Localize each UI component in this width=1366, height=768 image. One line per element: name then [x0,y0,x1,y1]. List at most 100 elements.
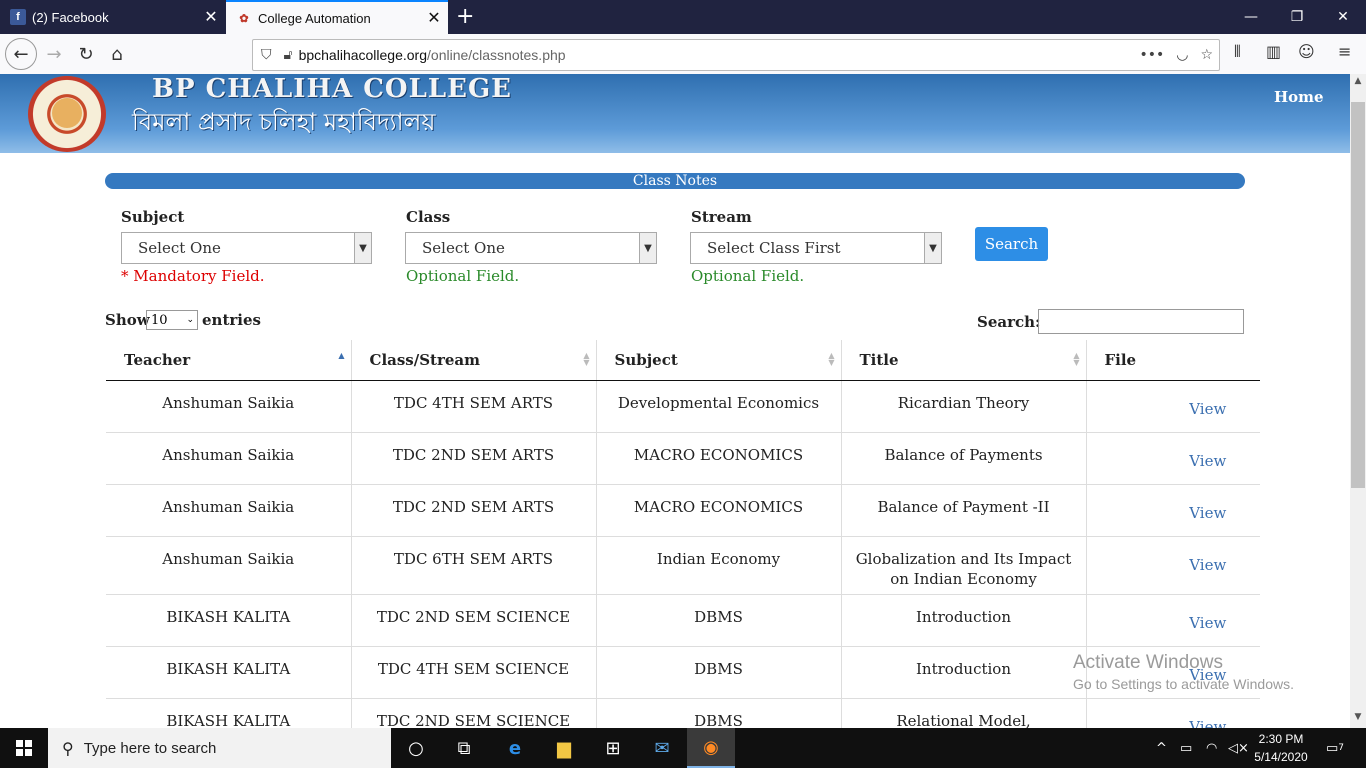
cell-class-stream: TDC 2ND SEM ARTS [351,432,597,485]
address-bar[interactable]: ⛉ 🔓︎ bpchalihacollege.org/online/classno… [252,39,1220,71]
clock-time: 2:30 PM [1258,732,1304,746]
view-file-link[interactable]: View [1189,556,1226,574]
activate-windows-watermark: Activate Windows [1073,652,1223,673]
reload-icon[interactable]: ↻ [72,40,100,68]
view-file-link[interactable]: View [1189,614,1226,632]
firefox-icon[interactable]: ◉ [687,728,735,768]
column-header-class-stream[interactable]: Class/Stream ▲ ▼ [351,340,597,381]
cell-subject: MACRO ECONOMICS [596,432,842,485]
cell-teacher: Anshuman Saikia [106,536,352,595]
column-header-label: Title [859,350,899,369]
entries-select[interactable]: 10 ⌄ [146,310,198,330]
show-label: Show [105,311,150,329]
task-view-icon[interactable]: ⧉ [440,728,488,768]
view-file-link[interactable]: View [1189,452,1226,470]
subject-select[interactable]: Select One ▼ [121,232,372,264]
scrollbar-thumb[interactable] [1351,102,1365,488]
sort-ascending-icon: ▲ [338,351,345,360]
home-link[interactable]: Home [1274,88,1324,106]
new-tab-icon[interactable]: + [456,4,474,29]
battery-icon[interactable]: ▭ [1180,728,1192,768]
scroll-up-icon[interactable]: ▲ [1350,76,1366,90]
stream-select[interactable]: Select Class First ▼ [690,232,942,264]
table-row: Anshuman Saikia TDC 2ND SEM ARTS MACRO ECO… [106,484,1260,537]
cell-class-stream: TDC 4TH SEM ARTS [351,380,597,433]
view-file-link[interactable]: View [1189,504,1226,522]
library-icon[interactable]: ⫴ [1234,42,1241,62]
cell-subject: DBMS [596,594,842,647]
column-header-title[interactable]: Title ▲ ▼ [841,340,1087,381]
cell-subject: DBMS [596,646,842,699]
cell-title: Balance of Payment -II [841,484,1087,537]
back-icon[interactable]: ← [5,38,37,70]
taskbar-clock[interactable]: 2:30 PM 5/14/2020 [1244,730,1318,766]
notifications-icon[interactable]: ▭ 7 [1326,728,1344,768]
forward-icon[interactable]: → [40,40,68,68]
windows-taskbar: ⚲ Type here to search ○ ⧉ e ▆ ⊞ ✉ ◉ ^ ▭ … [0,728,1366,768]
cell-file: View [1086,484,1260,537]
cell-subject: Developmental Economics [596,380,842,433]
table-row: Anshuman Saikia TDC 2ND SEM ARTS MACRO ECO… [106,432,1260,485]
pocket-icon[interactable]: ◡ [1176,47,1188,63]
restore-icon[interactable]: ❐ [1274,0,1320,34]
cell-class-stream: TDC 4TH SEM SCIENCE [351,646,597,699]
stream-optional-note: Optional Field. [691,267,805,285]
show-hidden-icons[interactable]: ^ [1156,728,1167,768]
minimize-icon[interactable]: — [1228,0,1274,34]
tab-college-automation[interactable]: ✿ College Automation ✕ [226,0,448,34]
start-button[interactable] [0,728,48,768]
sort-icon: ▲ ▼ [583,351,590,367]
url-domain: bpchalihacollege.org [298,47,428,63]
stream-select-value: Select Class First [707,239,841,257]
home-icon[interactable]: ⌂ [103,40,131,68]
search-button[interactable]: Search [975,227,1048,261]
menu-icon[interactable]: ≡ [1338,42,1351,61]
file-explorer-icon[interactable]: ▆ [540,728,588,768]
tab-facebook[interactable]: f (2) Facebook ✕ [0,0,225,34]
account-icon[interactable]: ☺ [1298,42,1315,61]
column-header-label: Teacher [124,350,191,369]
cell-subject: MACRO ECONOMICS [596,484,842,537]
column-header-label: File [1104,350,1137,369]
close-tab-icon[interactable]: ✕ [197,7,225,27]
table-row: Anshuman Saikia TDC 4TH SEM ARTS Developme… [106,380,1260,433]
browser-tab-bar: f (2) Facebook ✕ ✿ College Automation ✕ … [0,0,1366,34]
close-tab-icon[interactable]: ✕ [420,8,448,28]
taskbar-search-box[interactable]: ⚲ Type here to search [48,728,391,768]
site-header: BP CHALIHA COLLEGE বিমলা প্রসাদ চলিহা মহ… [0,74,1350,153]
column-header-teacher[interactable]: Teacher ▲ [106,340,352,381]
cell-subject: Indian Economy [596,536,842,595]
cell-teacher: Anshuman Saikia [106,380,352,433]
cortana-icon[interactable]: ○ [392,728,440,768]
scroll-down-icon[interactable]: ▼ [1350,712,1366,726]
bookmark-star-icon[interactable]: ☆ [1200,47,1213,63]
cell-title: Globalization and Its Impact on Indian E… [841,536,1087,595]
table-search-input[interactable] [1038,309,1244,334]
insecure-lock-icon[interactable]: 🔓︎ [284,47,293,63]
class-label: Class [406,208,451,226]
notification-count: 7 [1338,743,1345,753]
wifi-icon[interactable]: ◠ [1206,728,1217,768]
chevron-down-icon[interactable]: ▼ [924,233,941,263]
edge-icon[interactable]: e [491,728,539,768]
college-name-english: BP CHALIHA COLLEGE [152,74,512,104]
shield-icon[interactable]: ⛉ [261,47,272,63]
table-row: BIKASH KALITA TDC 2ND SEM SCIENCE DBMS Intr… [106,594,1260,647]
page-actions-icon[interactable]: ••• [1139,47,1164,63]
sidebar-icon[interactable]: ▥ [1266,42,1281,61]
view-file-link[interactable]: View [1189,400,1226,418]
cell-class-stream: TDC 2ND SEM SCIENCE [351,594,597,647]
column-header-subject[interactable]: Subject ▲ ▼ [596,340,842,381]
class-optional-note: Optional Field. [406,267,520,285]
store-icon[interactable]: ⊞ [589,728,637,768]
taskbar-search-placeholder: Type here to search [83,739,217,757]
class-select[interactable]: Select One ▼ [405,232,657,264]
search-icon: ⚲ [62,738,74,758]
close-window-icon[interactable]: ✕ [1320,0,1366,34]
stream-label: Stream [691,208,752,226]
cell-class-stream: TDC 2ND SEM ARTS [351,484,597,537]
class-select-value: Select One [422,239,505,257]
mail-icon[interactable]: ✉ [638,728,686,768]
chevron-down-icon[interactable]: ▼ [354,233,371,263]
chevron-down-icon[interactable]: ▼ [639,233,656,263]
